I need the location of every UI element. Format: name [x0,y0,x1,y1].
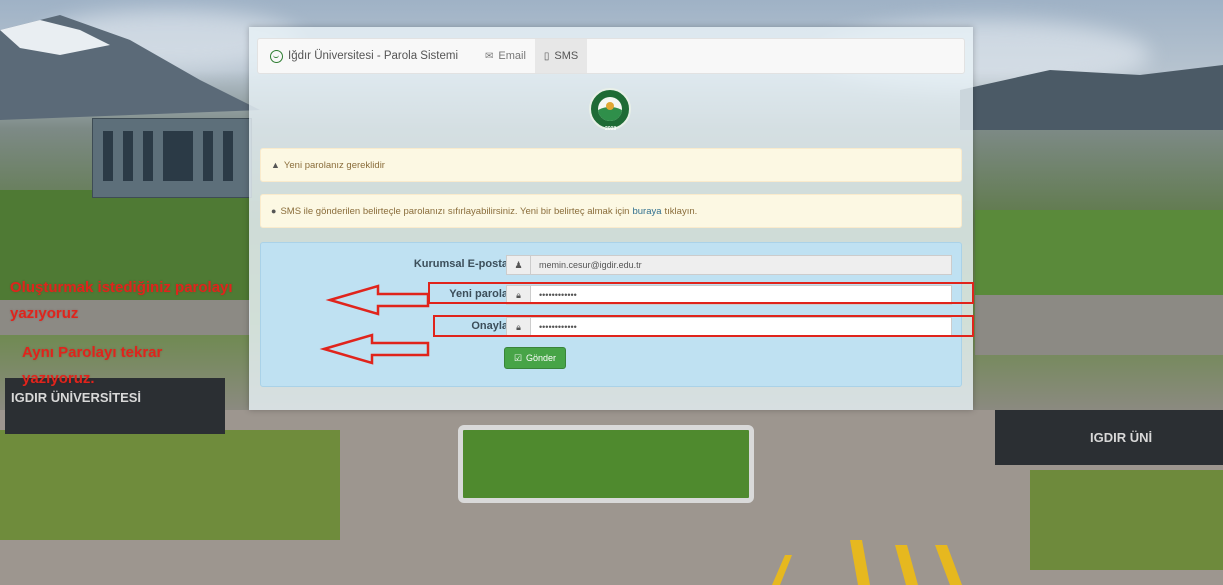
warning-icon: ▲ [271,160,280,170]
annotation-text-1-line-1: Oluşturmak istediğiniz parolayı [10,279,233,296]
mobile-icon: ▯ [543,50,550,62]
email-field: memin.cesur@igdir.edu.tr [530,255,952,275]
password-required-text: Yeni parolanız gereklidir [283,159,385,171]
new-password-highlight-box [428,282,974,304]
university-logo-icon [270,49,283,63]
submit-button-label: Gönder [526,353,557,363]
annotation-text-1: Oluşturmak istediğiniz parolayı yazıyoru… [10,275,233,327]
top-navbar: Iğdır Üniversitesi - Parola Sistemi ✉ Em… [257,38,965,74]
sms-info-alert: ● SMS ile gönderilen belirteçle parolanı… [260,194,962,228]
navbar-brand-text: Iğdır Üniversitesi - Parola Sistemi [288,50,458,62]
annotation-text-2-line-2: yazıyoruz. [22,370,95,387]
info-circle-icon: ● [271,206,277,216]
sms-info-text-end: tıklayın. [664,205,698,217]
annotation-text-1-line-2: yazıyoruz [10,305,79,322]
logo-year: 2008 [605,126,617,132]
envelope-icon: ✉ [485,50,494,62]
new-token-link[interactable]: buraya [632,206,661,217]
university-seal-logo [589,88,631,130]
email-row: Kurumsal E-posta ♟ memin.cesur@igdir.edu… [261,255,963,275]
tab-sms[interactable]: ▯ SMS [534,39,588,73]
navbar-brand[interactable]: Iğdır Üniversitesi - Parola Sistemi [258,49,458,63]
annotation-text-2: Aynı Parolayı tekrar yazıyoruz. [22,340,162,392]
password-required-alert: ▲ Yeni parolanız gereklidir [260,148,962,182]
submit-button[interactable]: ☑ Gönder [504,347,566,369]
check-square-icon: ☑ [513,352,523,363]
tab-sms-label: SMS [554,50,579,62]
tab-email-label: Email [498,50,526,62]
annotation-text-2-line-1: Aynı Parolayı tekrar [22,344,163,361]
confirm-password-highlight-box [433,315,974,337]
email-label: Kurumsal E-posta [413,258,508,270]
user-icon: ♟ [506,255,530,275]
tab-email[interactable]: ✉ Email [476,39,535,73]
sms-info-text: SMS ile gönderilen belirteçle parolanızı… [280,205,630,217]
